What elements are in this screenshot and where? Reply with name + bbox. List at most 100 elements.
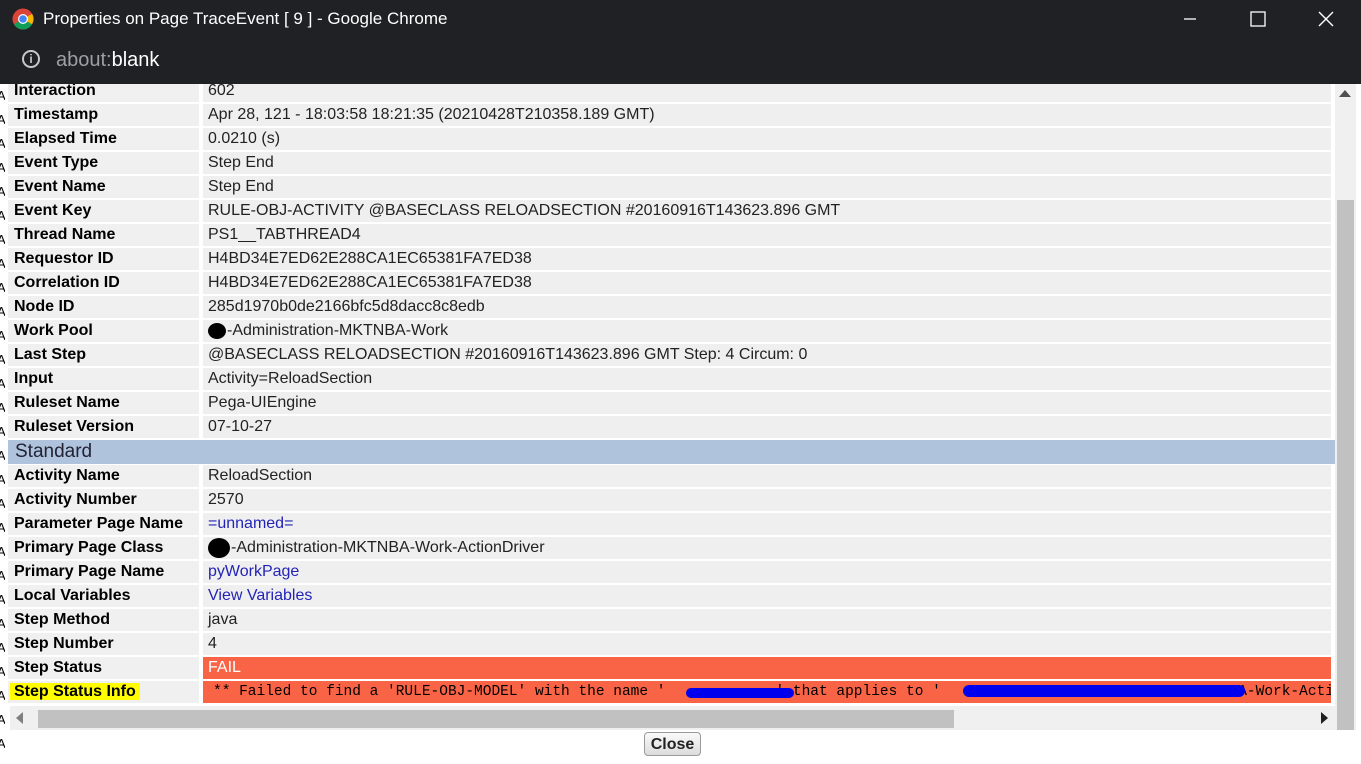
- property-row: Event Type Step End: [8, 152, 1331, 174]
- property-row: Timestamp Apr 28, 121 - 18:03:58 18:21:35…: [8, 104, 1331, 126]
- property-row: Step Status Info ** Failed to find a 'RU…: [8, 681, 1331, 703]
- property-row: Node ID 285d1970b0de2166bfc5d8dacc8c8edb: [8, 296, 1331, 318]
- redaction-scribble: [686, 688, 794, 698]
- property-row: Ruleset Name Pega-UIEngine: [8, 392, 1331, 414]
- close-button[interactable]: Close: [644, 732, 701, 756]
- property-label: Input: [8, 368, 203, 390]
- property-row: Interaction 602: [8, 84, 1331, 102]
- property-row: Ruleset Version 07-10-27: [8, 416, 1331, 438]
- property-label: Ruleset Version: [8, 416, 203, 438]
- maximize-button[interactable]: [1224, 0, 1292, 38]
- property-row: Activity Name ReloadSection: [8, 465, 1331, 487]
- property-row: Work Pool -Administration-MKTNBA-Work: [8, 320, 1331, 342]
- property-label: Elapsed Time: [8, 128, 203, 150]
- property-row: Primary Page Name pyWorkPage: [8, 561, 1331, 583]
- property-value: Step End: [203, 152, 1331, 174]
- property-label: Last Step: [8, 344, 203, 366]
- step-status-info-value: ** Failed to find a 'RULE-OBJ-MODEL' wit…: [203, 681, 1331, 703]
- close-icon: [1318, 11, 1334, 27]
- property-label: Step Number: [8, 633, 203, 655]
- property-label: Interaction: [8, 84, 203, 102]
- property-label: Step Method: [8, 609, 203, 631]
- property-row: Activity Number 2570: [8, 489, 1331, 511]
- property-label: Event Name: [8, 176, 203, 198]
- property-value: -Administration-MKTNBA-Work: [203, 320, 1331, 342]
- property-value: RULE-OBJ-ACTIVITY @BASECLASS RELOADSECTI…: [203, 200, 1331, 222]
- property-label: Primary Page Class: [8, 537, 203, 559]
- property-value: 07-10-27: [203, 416, 1331, 438]
- parameter-page-link[interactable]: =unnamed=: [203, 513, 1331, 535]
- scroll-left-arrow-icon[interactable]: [16, 712, 23, 724]
- property-value: PS1__TABTHREAD4: [203, 224, 1331, 246]
- property-row: Input Activity=ReloadSection: [8, 368, 1331, 390]
- footer: Close: [5, 730, 1361, 764]
- redaction-scribble: [963, 685, 1245, 697]
- url-text[interactable]: about:blank: [56, 49, 159, 72]
- primary-page-link[interactable]: pyWorkPage: [203, 561, 1331, 583]
- property-value: Activity=ReloadSection: [203, 368, 1331, 390]
- property-value: ReloadSection: [203, 465, 1331, 487]
- redaction-blot: [208, 322, 226, 339]
- property-row: Step Method java: [8, 609, 1331, 631]
- property-label: Thread Name: [8, 224, 203, 246]
- property-value: Apr 28, 121 - 18:03:58 18:21:35 (2021042…: [203, 104, 1331, 126]
- property-row: Parameter Page Name =unnamed=: [8, 513, 1331, 535]
- minimize-icon: [1184, 18, 1196, 20]
- chrome-logo-icon: [12, 8, 34, 30]
- vertical-scrollbar[interactable]: [1335, 84, 1356, 734]
- property-value: -Administration-MKTNBA-Work-ActionDriver: [203, 537, 1331, 559]
- section-header-standard: Standard: [8, 440, 1338, 464]
- info-icon[interactable]: i: [22, 50, 40, 68]
- property-value: Pega-UIEngine: [203, 392, 1331, 414]
- property-row: Event Name Step End: [8, 176, 1331, 198]
- property-label: Activity Number: [8, 489, 203, 511]
- property-label: Step Status: [8, 657, 203, 679]
- property-label: Primary Page Name: [8, 561, 203, 583]
- property-value: 4: [203, 633, 1331, 655]
- property-value: @BASECLASS RELOADSECTION #20160916T14362…: [203, 344, 1331, 366]
- view-variables-link[interactable]: View Variables: [203, 585, 1331, 607]
- step-status-info-label: Step Status Info: [10, 683, 140, 700]
- maximize-icon: [1250, 11, 1266, 27]
- property-label: Event Type: [8, 152, 203, 174]
- properties-panel: Interaction 602 Timestamp Apr 28, 121 - 18…: [5, 84, 1340, 704]
- property-label: Event Key: [8, 200, 203, 222]
- address-bar: i about:blank: [0, 38, 1361, 84]
- property-label: Correlation ID: [8, 272, 203, 294]
- property-row: Local Variables View Variables: [8, 585, 1331, 607]
- close-window-button[interactable]: [1292, 0, 1360, 38]
- property-row: Event Key RULE-OBJ-ACTIVITY @BASECLASS RE…: [8, 200, 1331, 222]
- minimize-button[interactable]: [1156, 0, 1224, 38]
- property-row: Primary Page Class -Administration-MKTNBA…: [8, 537, 1331, 559]
- property-label: Work Pool: [8, 320, 203, 342]
- property-label: Ruleset Name: [8, 392, 203, 414]
- property-row: Last Step @BASECLASS RELOADSECTION #20160…: [8, 344, 1331, 366]
- property-value: 0.0210 (s): [203, 128, 1331, 150]
- redaction-blot: [208, 537, 230, 558]
- property-value: H4BD34E7ED62E288CA1EC65381FA7ED38: [203, 272, 1331, 294]
- property-row: Elapsed Time 0.0210 (s): [8, 128, 1331, 150]
- property-label: Activity Name: [8, 465, 203, 487]
- property-label: Step Status Info: [8, 681, 203, 703]
- property-label: Node ID: [8, 296, 203, 318]
- step-status-value: FAIL: [203, 657, 1331, 679]
- scroll-up-arrow-icon[interactable]: [1339, 90, 1351, 97]
- property-row: Step Number 4: [8, 633, 1331, 655]
- property-value: java: [203, 609, 1331, 631]
- property-row: Requestor ID H4BD34E7ED62E288CA1EC65381FA…: [8, 248, 1331, 270]
- property-value: Step End: [203, 176, 1331, 198]
- scroll-right-arrow-icon[interactable]: [1321, 712, 1328, 724]
- property-label: Local Variables: [8, 585, 203, 607]
- vertical-scroll-thumb[interactable]: [1337, 200, 1354, 734]
- property-value: 285d1970b0de2166bfc5d8dacc8c8edb: [203, 296, 1331, 318]
- property-value: 602: [203, 84, 1331, 102]
- property-label: Requestor ID: [8, 248, 203, 270]
- property-label: Timestamp: [8, 104, 203, 126]
- property-label: Parameter Page Name: [8, 513, 203, 535]
- window-title: Properties on Page TraceEvent [ 9 ] - Go…: [43, 9, 448, 28]
- horizontal-scrollbar[interactable]: [10, 706, 1336, 730]
- property-row: Correlation ID H4BD34E7ED62E288CA1EC65381…: [8, 272, 1331, 294]
- property-row: Thread Name PS1__TABTHREAD4: [8, 224, 1331, 246]
- horizontal-scroll-thumb[interactable]: [38, 710, 954, 728]
- title-bar: Properties on Page TraceEvent [ 9 ] - Go…: [0, 0, 1361, 38]
